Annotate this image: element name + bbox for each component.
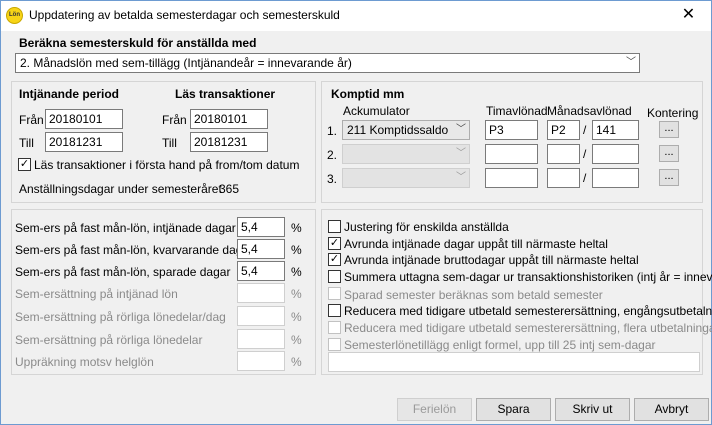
posting-button-2[interactable]: ...	[659, 145, 679, 162]
rate-input-5[interactable]	[237, 329, 285, 349]
rate-input-2[interactable]: 5,4	[237, 261, 285, 281]
rate-input-4[interactable]	[237, 306, 285, 326]
read-tx-to-label: Till	[162, 136, 177, 150]
monthly-b-input-3[interactable]	[592, 168, 639, 188]
hourly-input-1[interactable]: P3	[485, 120, 538, 140]
posting-button-1[interactable]: ...	[659, 121, 679, 138]
rate-label-6: Uppräkning motsv helglön	[15, 355, 154, 369]
option-label-4: Sparad semester beräknas som betald seme…	[344, 288, 603, 302]
rate-input-6[interactable]	[237, 351, 285, 371]
row-number: 1.	[327, 124, 338, 138]
employment-days-label: Anställningsdagar under semesteråret	[19, 182, 222, 196]
col-posting: Kontering	[647, 106, 699, 120]
col-accumulator: Ackumulator	[343, 104, 410, 118]
slash-separator: /	[583, 123, 587, 137]
rate-input-0[interactable]: 5,4	[237, 217, 285, 237]
row-number: 2.	[327, 148, 338, 162]
calc-method-select[interactable]: 2. Månadslön med sem-tillägg (Intjänande…	[15, 53, 640, 73]
earning-from-label: Från	[19, 113, 44, 127]
percent-unit: %	[291, 243, 302, 257]
accumulator-select-2[interactable]: ﹀	[342, 144, 470, 164]
rate-label-3: Sem-ersättning på intjänad lön	[15, 287, 178, 301]
rate-label-5: Sem-ersättning på rörliga lönedelar	[15, 333, 203, 347]
employment-days-value: 365	[219, 182, 240, 196]
rate-label-1: Sem-ers på fast mån-lön, kvarvarande dag…	[15, 243, 254, 257]
accumulator-value-1: 211 Komptidssaldo	[347, 123, 449, 137]
rate-label-4: Sem-ersättning på rörliga lönedelar/dag	[15, 310, 226, 324]
col-monthly: Månadsavlönad	[547, 104, 632, 118]
earning-to-label: Till	[19, 136, 34, 150]
slash-separator: /	[583, 147, 587, 161]
hourly-input-2[interactable]	[485, 144, 538, 164]
chevron-down-icon: ﹀	[456, 148, 466, 159]
accumulator-select-1[interactable]: 211 Komptidssaldo ﹀	[342, 120, 470, 140]
monthly-a-input-3[interactable]	[547, 168, 580, 188]
cancel-button[interactable]: Avbryt	[634, 398, 709, 421]
option-label-6: Reducera med tidigare utbetald semestere…	[344, 321, 712, 335]
percent-unit: %	[291, 221, 302, 235]
option-label-5: Reducera med tidigare utbetald semestere…	[344, 304, 712, 318]
option-label-0: Justering för enskilda anställda	[344, 220, 509, 234]
earning-heading: Intjänande period	[19, 87, 120, 101]
monthly-b-input-2[interactable]	[592, 144, 639, 164]
option-label-2: Avrunda intjänade bruttodagar uppåt till…	[344, 253, 639, 267]
rate-label-0: Sem-ers på fast mån-lön, intjänade dagar	[15, 221, 236, 235]
read-tx-from-label: Från	[162, 113, 187, 127]
option-checkbox-6[interactable]	[328, 321, 341, 334]
earning-from-input[interactable]: 20180101	[45, 109, 123, 129]
slash-separator: /	[583, 171, 587, 185]
rate-label-2: Sem-ers på fast mån-lön, sparade dagar	[15, 265, 231, 279]
percent-unit: %	[291, 355, 302, 369]
option-checkbox-5[interactable]	[328, 304, 341, 317]
read-tx-first-checkbox[interactable]: ✓	[18, 158, 31, 171]
option-label-3: Summera uttagna sem-dagar ur transaktion…	[344, 270, 712, 284]
option-label-1: Avrunda intjänade dagar uppåt till närma…	[344, 237, 608, 251]
dialog-window: Lön Uppdatering av betalda semesterdagar…	[0, 0, 712, 425]
percent-unit: %	[291, 265, 302, 279]
chevron-down-icon: ﹀	[456, 124, 466, 135]
monthly-b-input-1[interactable]: 141	[592, 120, 639, 140]
rate-input-1[interactable]: 5,4	[237, 239, 285, 259]
percent-unit: %	[291, 287, 302, 301]
monthly-a-input-1[interactable]: P2	[547, 120, 580, 140]
chevron-down-icon: ﹀	[626, 57, 636, 68]
komptid-heading: Komptid mm	[331, 87, 405, 101]
hourly-input-3[interactable]	[485, 168, 538, 188]
close-icon[interactable]: ✕	[666, 1, 711, 30]
option-label-7: Semesterlönetillägg enligt formel, upp t…	[344, 338, 656, 352]
calc-heading: Beräkna semesterskuld för anställda med	[19, 36, 257, 50]
title-bar: Lön Uppdatering av betalda semesterdagar…	[1, 1, 711, 31]
read-tx-to-input[interactable]: 20181231	[190, 132, 268, 152]
app-logo-icon: Lön	[6, 7, 23, 24]
option-checkbox-3[interactable]	[328, 270, 341, 283]
earning-to-input[interactable]: 20181231	[45, 132, 123, 152]
rate-input-3[interactable]	[237, 283, 285, 303]
posting-button-3[interactable]: ...	[659, 169, 679, 186]
chevron-down-icon: ﹀	[456, 172, 466, 183]
error-log-button[interactable]: Ferielön	[397, 398, 472, 421]
col-hourly: Timavlönad	[486, 104, 548, 118]
monthly-a-input-2[interactable]	[547, 144, 580, 164]
option-checkbox-2[interactable]: ✓	[328, 253, 341, 266]
formula-input[interactable]	[328, 352, 700, 372]
percent-unit: %	[291, 333, 302, 347]
window-title: Uppdatering av betalda semesterdagar och…	[29, 8, 340, 22]
read-tx-first-label: Läs transaktioner i första hand på from/…	[34, 158, 300, 172]
read-tx-heading: Läs transaktioner	[175, 87, 276, 101]
save-button[interactable]: Spara	[476, 398, 551, 421]
option-checkbox-0[interactable]	[328, 220, 341, 233]
option-checkbox-1[interactable]: ✓	[328, 237, 341, 250]
option-checkbox-4[interactable]	[328, 287, 341, 300]
percent-unit: %	[291, 310, 302, 324]
option-checkbox-7[interactable]	[328, 338, 341, 351]
print-button[interactable]: Skriv ut	[555, 398, 630, 421]
row-number: 3.	[327, 172, 338, 186]
accumulator-select-3[interactable]: ﹀	[342, 168, 470, 188]
read-tx-from-input[interactable]: 20180101	[190, 109, 268, 129]
calc-method-value: 2. Månadslön med sem-tillägg (Intjänande…	[20, 56, 352, 70]
